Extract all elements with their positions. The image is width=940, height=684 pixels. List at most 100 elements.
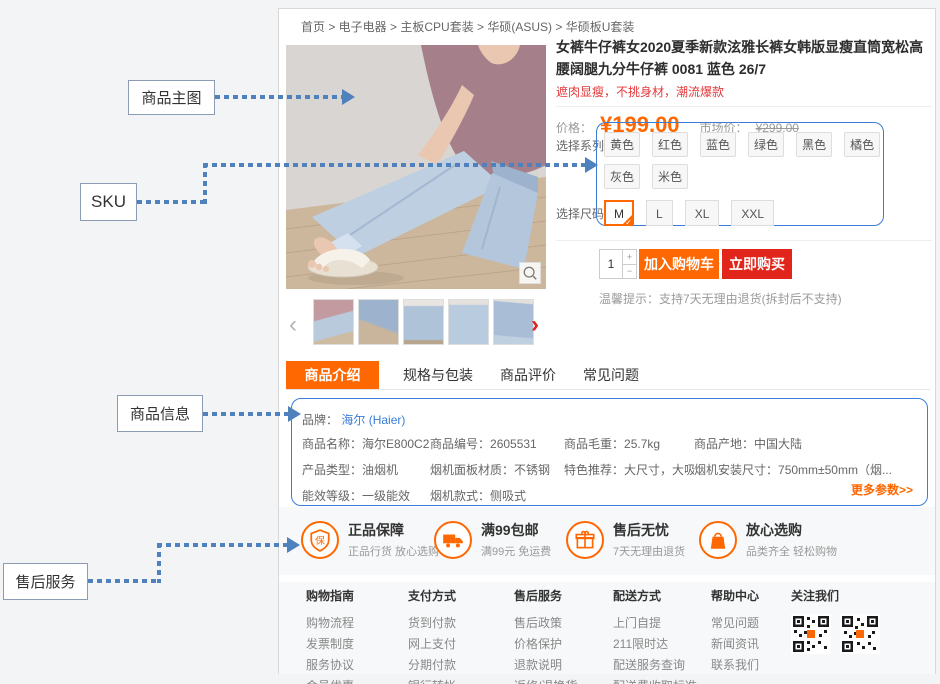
shield-icon: 保 [301, 521, 339, 559]
color-swatch[interactable]: 蓝色 [700, 132, 736, 157]
footer-link[interactable]: 银行转帐 [408, 676, 456, 684]
footer-link[interactable]: 退款说明 [514, 655, 577, 676]
svg-text:保: 保 [315, 533, 325, 546]
size-option-selected[interactable]: M✓ [604, 200, 634, 226]
tab-faq[interactable]: 常见问题 [580, 365, 642, 385]
annotation-arrow-line [203, 163, 207, 204]
buy-now-button[interactable]: 立即购买 [722, 249, 792, 279]
brand-label: 品牌： [302, 413, 338, 427]
tab-product-intro[interactable]: 商品介绍 [286, 361, 379, 389]
footer-col-title: 关注我们 [791, 587, 880, 604]
footer-link[interactable]: 货到付款 [408, 613, 456, 634]
quantity-buttons: + − [623, 250, 636, 278]
color-swatch[interactable]: 红色 [652, 132, 688, 157]
magnifier-icon [522, 265, 538, 281]
size-option[interactable]: L [646, 200, 673, 226]
footer-link[interactable]: 发票制度 [306, 634, 354, 655]
check-icon: ✓ [625, 218, 632, 227]
qr-code-2 [840, 614, 880, 654]
product-photo-illustration [286, 45, 546, 289]
footer-link[interactable]: 配送服务查询 [613, 655, 697, 676]
footer-link[interactable]: 上门自提 [613, 613, 697, 634]
service-title: 满99包邮 [481, 520, 551, 540]
more-params-link[interactable]: 更多参数>> [851, 481, 913, 498]
footer-col-title: 帮助中心 [711, 587, 759, 604]
tab-spec-package[interactable]: 规格与包装 [400, 365, 476, 385]
footer-col-guide: 购物指南 购物流程 发票制度 服务协议 会员优惠 [306, 587, 354, 684]
info-field: 烟机款式：侧吸式 [430, 487, 564, 504]
quantity-stepper[interactable]: 1 + − [599, 249, 637, 279]
info-field: 产品类型：油烟机 [302, 461, 430, 478]
color-swatch[interactable]: 灰色 [604, 164, 640, 189]
footer-link[interactable]: 售后政策 [514, 613, 577, 634]
annotation-arrow-line [203, 163, 585, 167]
footer-link[interactable]: 网上支付 [408, 634, 456, 655]
size-option[interactable]: XL [685, 200, 720, 226]
footer-link[interactable]: 返修/退换货 [514, 676, 577, 684]
truck-icon [434, 521, 472, 559]
color-swatch[interactable]: 黑色 [796, 132, 832, 157]
info-field: 烟机面板材质：不锈钢 [430, 461, 564, 478]
quantity-minus-icon[interactable]: − [623, 265, 636, 279]
quantity-value[interactable]: 1 [600, 250, 623, 278]
service-item-authentic: 保 正品保障正品行货 放心选购 [301, 520, 439, 559]
service-item-selection: 放心选购品类齐全 轻松购物 [699, 520, 837, 559]
footer-col-title: 支付方式 [408, 587, 456, 604]
service-desc: 7天无理由退货 [613, 543, 685, 559]
footer-col-payment: 支付方式 货到付款 网上支付 分期付款 银行转帐 [408, 587, 456, 684]
info-field: 商品编号：2605531 [430, 435, 564, 452]
brand-row: 品牌： 海尔 (Haier) [302, 411, 405, 428]
annotation-product-info: 商品信息 [117, 395, 203, 432]
annotation-arrow-line [137, 200, 207, 204]
info-field: 能效等级：一级能效 [302, 487, 430, 504]
footer-link[interactable]: 会员优惠 [306, 676, 354, 684]
thumbnail-5[interactable] [493, 299, 534, 345]
footer-link[interactable]: 分期付款 [408, 655, 456, 676]
warm-tip: 温馨提示：支持7天无理由退货(拆封后不支持) [599, 290, 842, 307]
thumbnail-4[interactable] [448, 299, 489, 345]
add-to-cart-button[interactable]: 加入购物车 [639, 249, 719, 279]
product-main-image[interactable] [286, 45, 546, 289]
info-field: 商品毛重：25.7kg [564, 435, 694, 452]
thumbnail-1[interactable] [313, 299, 354, 345]
color-swatch[interactable]: 米色 [652, 164, 688, 189]
annotation-sku: SKU [80, 183, 137, 221]
footer-link[interactable]: 联系我们 [711, 655, 759, 676]
footer-col-aftersale: 售后服务 售后政策 价格保护 退款说明 返修/退换货 取消订单 [514, 587, 577, 684]
color-swatch[interactable]: 黄色 [604, 132, 640, 157]
thumbs-prev-icon[interactable]: ‹ [289, 305, 297, 345]
service-desc: 满99元 免运费 [481, 543, 551, 559]
qr-row [791, 614, 880, 654]
footer-link[interactable]: 211限时达 [613, 634, 697, 655]
footer-col-title: 购物指南 [306, 587, 354, 604]
footer-link[interactable]: 常见问题 [711, 613, 759, 634]
arrow-right-icon [287, 537, 300, 553]
info-field: 商品名称：海尔E800C2 [302, 435, 430, 452]
service-item-shipping: 满99包邮满99元 免运费 [434, 520, 551, 559]
footer-link[interactable]: 购物流程 [306, 613, 354, 634]
footer-link[interactable]: 配送费收取标准 [613, 676, 697, 684]
info-field: 烟机安装尺寸：750mm±50mm（烟... [694, 461, 919, 478]
color-swatch[interactable]: 绿色 [748, 132, 784, 157]
tab-reviews[interactable]: 商品评价 [497, 365, 559, 385]
footer-link[interactable]: 价格保护 [514, 634, 577, 655]
size-option[interactable]: XXL [731, 200, 774, 226]
breadcrumb[interactable]: 首页 > 电子电器 > 主板CPU套装 > 华硕(ASUS) > 华硕板U套装 [301, 18, 634, 35]
thumbs-next-icon[interactable]: › [531, 305, 539, 345]
footer-link[interactable]: 新闻资讯 [711, 634, 759, 655]
zoom-button[interactable] [519, 262, 541, 284]
bag-icon [699, 521, 737, 559]
thumbnail-2[interactable] [358, 299, 399, 345]
product-info-box: 品牌： 海尔 (Haier) 商品名称：海尔E800C2 商品编号：260553… [291, 398, 928, 506]
thumbnail-3[interactable] [403, 299, 444, 345]
quantity-plus-icon[interactable]: + [623, 250, 636, 265]
arrow-right-icon [585, 157, 598, 173]
service-title: 售后无忧 [613, 520, 685, 540]
brand-link[interactable]: 海尔 (Haier) [341, 413, 405, 427]
product-page-panel: 首页 > 电子电器 > 主板CPU套装 > 华硕(ASUS) > 华硕板U套装 [278, 8, 936, 674]
service-title: 正品保障 [348, 520, 439, 540]
color-swatch[interactable]: 橘色 [844, 132, 880, 157]
divider [556, 240, 932, 241]
annotation-arrow-line [157, 543, 287, 547]
footer-link[interactable]: 服务协议 [306, 655, 354, 676]
